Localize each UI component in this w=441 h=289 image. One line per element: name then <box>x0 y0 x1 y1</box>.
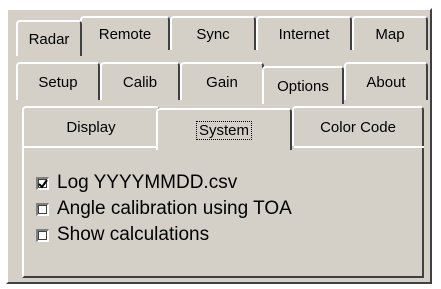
tab-system[interactable]: System <box>156 108 292 150</box>
tab-gain[interactable]: Gain <box>180 62 264 100</box>
tab-radar[interactable]: Radar <box>16 20 82 56</box>
tab-options-label: Options <box>277 77 329 95</box>
tab-color-code-label: Color Code <box>320 118 396 136</box>
tab-about-label: About <box>366 73 406 91</box>
tab-map[interactable]: Map <box>352 16 428 50</box>
tab-control: Radar Remote Sync Internet Map Setup Cal… <box>6 8 432 284</box>
tab-display-label: Display <box>66 118 116 136</box>
tab-sync[interactable]: Sync <box>170 16 256 50</box>
system-page: Log YYYYMMDD.csv Angle calibration using… <box>22 146 424 278</box>
log-label: Log YYYYMMDD.csv <box>57 172 238 193</box>
angle-calibration-label: Angle calibration using TOA <box>57 198 292 219</box>
show-calculations-label: Show calculations <box>57 224 210 245</box>
tab-gain-label: Gain <box>206 73 238 91</box>
tab-color-code[interactable]: Color Code <box>292 106 424 146</box>
tab-setup[interactable]: Setup <box>16 62 100 100</box>
tab-setup-label: Setup <box>38 73 78 91</box>
angle-calibration-option[interactable]: Angle calibration using TOA <box>36 198 292 220</box>
content-top-edge-left <box>24 146 156 148</box>
tab-calib-label: Calib <box>122 73 158 91</box>
window-frame: Radar Remote Sync Internet Map Setup Cal… <box>0 0 441 289</box>
content-top-edge-right <box>294 146 424 148</box>
show-calculations-option[interactable]: Show calculations <box>36 224 209 246</box>
tab-internet-label: Internet <box>278 25 330 43</box>
tab-system-label: System <box>195 120 252 140</box>
checkmark-icon <box>38 178 48 189</box>
show-calculations-checkbox[interactable] <box>36 228 49 242</box>
tab-radar-label: Radar <box>28 30 70 48</box>
tab-remote-label: Remote <box>98 25 152 43</box>
tab-display[interactable]: Display <box>22 106 160 146</box>
tab-remote[interactable]: Remote <box>80 16 170 50</box>
tab-options[interactable]: Options <box>262 66 344 104</box>
tab-map-label: Map <box>375 25 405 43</box>
angle-calibration-checkbox[interactable] <box>36 202 49 216</box>
log-option[interactable]: Log YYYYMMDD.csv <box>36 172 237 194</box>
log-checkbox[interactable] <box>36 176 49 190</box>
tab-about[interactable]: About <box>344 62 428 100</box>
tab-internet[interactable]: Internet <box>256 16 352 50</box>
tab-sync-label: Sync <box>196 25 230 43</box>
tab-calib[interactable]: Calib <box>100 62 180 100</box>
